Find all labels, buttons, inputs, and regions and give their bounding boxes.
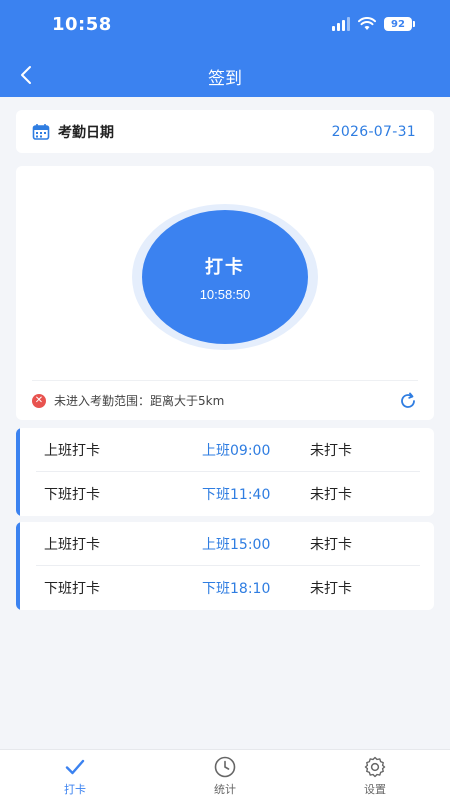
wifi-icon <box>358 17 376 30</box>
date-label: 考勤日期 <box>58 124 114 141</box>
shift-row-label: 下班打卡 <box>44 487 100 503</box>
shift-row-status: 未打卡 <box>310 442 352 459</box>
calendar-icon <box>32 123 50 140</box>
shift-row: 上班打卡 上班09:00 未打卡 <box>36 428 420 472</box>
shift-row-time: 下班18:10 <box>202 581 271 597</box>
tab-label: 打卡 <box>64 783 86 796</box>
shift-row-status: 未打卡 <box>310 581 352 597</box>
shift-row: 下班打卡 下班18:10 未打卡 <box>36 566 420 610</box>
tab-bar: 打卡 统计 设置 <box>0 749 450 800</box>
shift-card: 上班打卡 上班15:00 未打卡 下班打卡 下班18:10 未打卡 <box>16 522 434 610</box>
checkmark-icon <box>65 759 85 775</box>
shift-row: 下班打卡 下班11:40 未打卡 <box>36 472 420 516</box>
tab-label: 设置 <box>364 783 386 796</box>
shift-row-status: 未打卡 <box>310 487 352 503</box>
shift-row-label: 下班打卡 <box>44 581 100 597</box>
shift-row-time: 上班15:00 <box>202 536 271 553</box>
status-time: 10:58 <box>52 14 112 35</box>
gear-icon <box>364 756 386 778</box>
punch-label: 打卡 <box>205 256 245 277</box>
tab-label: 统计 <box>214 783 236 796</box>
page-title: 签到 <box>208 69 242 89</box>
status-bar: 10:58 92 <box>0 0 450 54</box>
error-icon: ✕ <box>32 393 46 408</box>
shift-row-label: 上班打卡 <box>44 442 100 459</box>
shift-row-label: 上班打卡 <box>44 536 100 553</box>
punch-button[interactable]: 打卡 10:58:50 <box>142 210 308 344</box>
shift-row-time: 上班09:00 <box>202 442 271 459</box>
tab-statistics[interactable]: 统计 <box>150 750 300 800</box>
date-value: 2026-07-31 <box>331 123 416 140</box>
location-range-row: ✕ 未进入考勤范围：距离大于5km <box>32 380 418 420</box>
tab-punch[interactable]: 打卡 <box>0 750 150 800</box>
clock-icon <box>214 756 236 778</box>
shift-row-time: 下班11:40 <box>202 487 271 503</box>
punch-card: 打卡 10:58:50 ✕ 未进入考勤范围：距离大于5km <box>16 166 434 420</box>
refresh-icon[interactable] <box>398 391 418 411</box>
app-header: 10:58 92 签到 <box>0 0 450 97</box>
tab-settings[interactable]: 设置 <box>300 750 450 800</box>
attendance-date-card[interactable]: 考勤日期 2026-07-31 <box>16 110 434 153</box>
battery-indicator: 92 <box>384 17 415 31</box>
shift-row: 上班打卡 上班15:00 未打卡 <box>36 522 420 566</box>
range-message: 未进入考勤范围：距离大于5km <box>54 394 225 408</box>
signal-icon <box>332 17 350 31</box>
shift-row-status: 未打卡 <box>310 536 352 553</box>
shift-card: 上班打卡 上班09:00 未打卡 下班打卡 下班11:40 未打卡 <box>16 428 434 516</box>
nav-bar: 签到 <box>0 54 450 97</box>
status-icons: 92 <box>332 17 415 31</box>
punch-clock: 10:58:50 <box>199 286 251 302</box>
